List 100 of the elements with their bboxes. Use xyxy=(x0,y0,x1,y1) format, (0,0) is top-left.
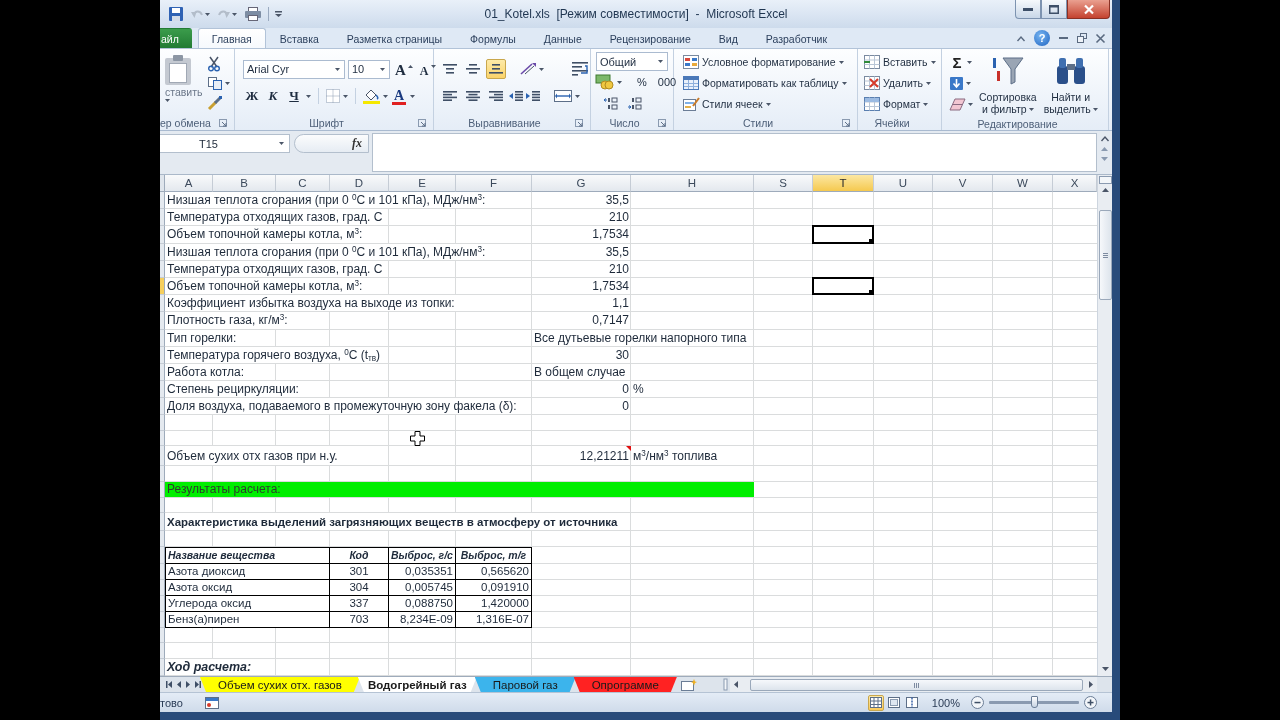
eraser-icon[interactable] xyxy=(950,98,965,110)
caret-icon[interactable] xyxy=(923,102,929,106)
dialog-launcher-icon[interactable] xyxy=(575,118,583,127)
ribbon-tab[interactable]: Разметка страницы xyxy=(332,28,457,48)
sheet-tab[interactable]: Водогрейный газ xyxy=(357,677,477,692)
ribbon-tab[interactable]: айл xyxy=(160,28,192,48)
wrap-text-icon[interactable] xyxy=(572,62,588,76)
caret-icon[interactable] xyxy=(838,60,844,64)
sheet-tab[interactable]: Паровой газ xyxy=(474,677,576,692)
caret-icon[interactable] xyxy=(343,94,348,98)
split-handle-icon[interactable] xyxy=(724,679,727,690)
sheet-tab[interactable]: Объем сухих отх. газов xyxy=(200,677,360,692)
restore-icon[interactable] xyxy=(1077,33,1087,43)
next-sheet-icon[interactable] xyxy=(186,681,190,688)
fill-color-icon[interactable] xyxy=(363,88,380,104)
ribbon-tab[interactable]: Главная xyxy=(197,28,266,48)
column-header[interactable]: T xyxy=(813,175,874,192)
increase-indent-icon[interactable] xyxy=(526,91,540,101)
column-header[interactable]: W xyxy=(993,175,1053,192)
caret-icon[interactable] xyxy=(575,94,580,98)
record-macro-icon[interactable] xyxy=(204,696,219,709)
caret-icon[interactable] xyxy=(617,80,622,84)
ribbon-tab[interactable]: Рецензирование xyxy=(595,28,705,48)
vertical-scrollbar[interactable] xyxy=(1097,175,1112,676)
paintbrush-icon[interactable] xyxy=(208,96,222,110)
font-color-button[interactable]: A xyxy=(391,86,408,106)
sort-filter-button[interactable]: Сортировка и фильтр xyxy=(978,52,1038,116)
ribbon-tab[interactable]: Формулы xyxy=(456,28,530,48)
scroll-down-icon[interactable] xyxy=(1101,667,1109,671)
customize-toolbar-icon[interactable] xyxy=(275,11,282,17)
column-header[interactable]: C xyxy=(276,175,330,192)
print-preview-button[interactable] xyxy=(244,6,262,22)
column-header[interactable]: U xyxy=(874,175,933,192)
name-box[interactable]: T15 xyxy=(160,134,290,153)
caret-icon[interactable] xyxy=(841,81,847,85)
expand-chevron-icon[interactable] xyxy=(1100,136,1109,141)
insert-function-button[interactable]: fx xyxy=(351,135,363,152)
caret-icon[interactable] xyxy=(967,60,972,64)
sheet-tab[interactable]: Опрограмме xyxy=(573,677,677,692)
vertical-align-button[interactable] xyxy=(486,59,506,79)
font-name-field[interactable]: Arial Cyr xyxy=(243,59,345,79)
dialog-launcher-icon[interactable] xyxy=(219,118,227,127)
currency-icon[interactable] xyxy=(596,75,614,89)
grow-font-button[interactable]: A xyxy=(393,59,415,79)
caret-icon[interactable] xyxy=(279,142,284,145)
caret-icon[interactable] xyxy=(1028,107,1034,111)
collapse-ribbon-icon[interactable] xyxy=(1017,35,1025,41)
decrease-decimal-icon[interactable] xyxy=(628,96,642,110)
text-orientation-icon[interactable] xyxy=(520,63,536,75)
ribbon-command[interactable]: Удалить xyxy=(863,73,937,93)
ribbon-tab[interactable]: Разработчик xyxy=(751,28,842,48)
column-header[interactable]: D xyxy=(330,175,389,192)
column-header[interactable]: G xyxy=(532,175,631,192)
zoom-out-icon[interactable] xyxy=(971,696,984,709)
caret-icon[interactable] xyxy=(380,67,385,71)
minimize-button[interactable] xyxy=(1015,0,1041,19)
first-sheet-icon[interactable] xyxy=(166,681,172,688)
caret-icon[interactable] xyxy=(926,81,932,85)
bold-button[interactable]: Ж xyxy=(243,86,261,106)
view-button[interactable] xyxy=(867,694,884,711)
align-center-icon[interactable] xyxy=(466,91,480,101)
caret-icon[interactable] xyxy=(306,94,311,98)
caret-icon[interactable] xyxy=(383,94,388,98)
scroll-left-icon[interactable] xyxy=(734,681,738,688)
paste-button[interactable]: ставить xyxy=(164,52,204,115)
find-select-button[interactable]: Найти и выделить xyxy=(1042,52,1099,116)
dialog-launcher-icon[interactable] xyxy=(842,118,850,127)
italic-button[interactable]: К xyxy=(264,86,282,106)
column-header[interactable]: S xyxy=(754,175,813,192)
caret-icon[interactable] xyxy=(658,60,663,63)
formula-input[interactable] xyxy=(372,133,1097,172)
ribbon-command[interactable]: Формат xyxy=(863,94,937,114)
close-button[interactable] xyxy=(1067,0,1110,19)
view-button[interactable] xyxy=(885,694,902,711)
column-header[interactable]: A xyxy=(165,175,213,192)
scrollbar-thumb[interactable] xyxy=(1098,210,1112,300)
align-right-icon[interactable] xyxy=(489,91,503,101)
caret-icon[interactable] xyxy=(539,67,544,71)
column-header[interactable]: E xyxy=(389,175,456,192)
increase-decimal-icon[interactable] xyxy=(604,96,618,110)
split-handle[interactable] xyxy=(1098,176,1112,184)
horizontal-scrollbar[interactable] xyxy=(730,677,1097,692)
ribbon-command[interactable]: Стили ячеек xyxy=(682,94,848,114)
ribbon-command[interactable]: Вставить xyxy=(863,52,937,72)
ribbon-tab[interactable]: Вид xyxy=(704,28,752,48)
save-button[interactable] xyxy=(168,6,184,22)
caret-icon[interactable] xyxy=(225,82,230,85)
dialog-launcher-icon[interactable] xyxy=(658,118,666,127)
underline-button[interactable]: Ч xyxy=(285,86,303,106)
caret-icon[interactable] xyxy=(765,102,771,106)
caret-icon[interactable] xyxy=(335,67,340,71)
caret-icon[interactable] xyxy=(930,60,936,64)
ribbon-tab[interactable]: Данные xyxy=(529,28,596,48)
previous-sheet-icon[interactable] xyxy=(177,681,181,688)
ribbon-command[interactable]: Форматировать как таблицу xyxy=(682,73,848,93)
caret-icon[interactable] xyxy=(966,81,971,85)
zoom-slider-thumb[interactable] xyxy=(1030,696,1038,708)
column-header[interactable]: B xyxy=(213,175,276,192)
column-header[interactable]: X xyxy=(1053,175,1097,192)
caret-icon[interactable] xyxy=(968,102,973,106)
